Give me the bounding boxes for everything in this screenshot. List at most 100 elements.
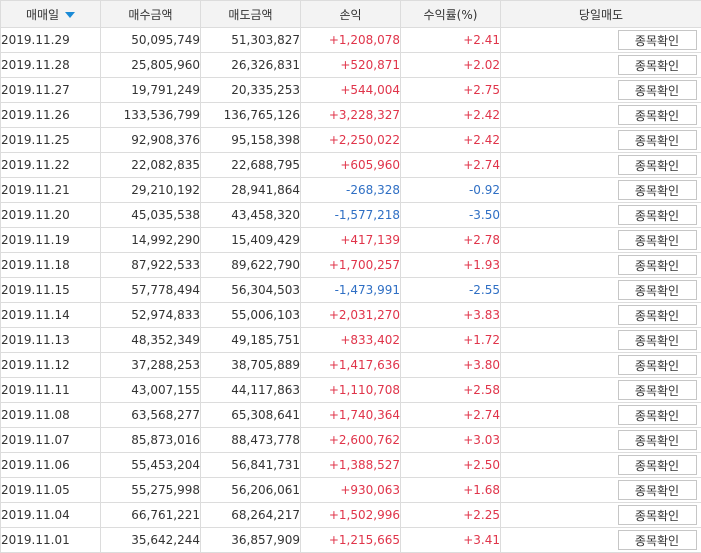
buy-amount-cell: 133,536,799 <box>101 103 201 128</box>
table-row: 2019.11.2222,082,83522,688,795+605,960+2… <box>1 153 701 178</box>
check-stocks-button[interactable]: 종목확인 <box>618 455 697 475</box>
action-cell: 종목확인 <box>501 303 701 328</box>
column-header-return-rate[interactable]: 수익률(%) <box>401 1 501 28</box>
profit-loss-cell: +1,700,257 <box>301 253 401 278</box>
return-rate-cell: +2.41 <box>401 28 501 53</box>
action-cell: 종목확인 <box>501 228 701 253</box>
column-header-date[interactable]: 매매일 <box>1 1 101 28</box>
return-rate-cell: +2.58 <box>401 378 501 403</box>
check-stocks-button[interactable]: 종목확인 <box>618 430 697 450</box>
table-row: 2019.11.1557,778,49456,304,503-1,473,991… <box>1 278 701 303</box>
buy-amount-cell: 55,453,204 <box>101 453 201 478</box>
trade-date-cell: 2019.11.22 <box>1 153 101 178</box>
profit-loss-cell: +605,960 <box>301 153 401 178</box>
profit-loss-cell: +833,402 <box>301 328 401 353</box>
table-row: 2019.11.26133,536,799136,765,126+3,228,3… <box>1 103 701 128</box>
table-body: 2019.11.2950,095,74951,303,827+1,208,078… <box>1 28 701 553</box>
trade-history-table: 매매일 매수금액 매도금액 손익 수익률(%) 당일매도 2019.11.295… <box>0 0 701 553</box>
buy-amount-cell: 57,778,494 <box>101 278 201 303</box>
profit-loss-cell: +1,502,996 <box>301 503 401 528</box>
trade-date-cell: 2019.11.15 <box>1 278 101 303</box>
trade-date-cell: 2019.11.04 <box>1 503 101 528</box>
sell-amount-cell: 95,158,398 <box>201 128 301 153</box>
table-row: 2019.11.1887,922,53389,622,790+1,700,257… <box>1 253 701 278</box>
buy-amount-cell: 92,908,376 <box>101 128 201 153</box>
check-stocks-button[interactable]: 종목확인 <box>618 55 697 75</box>
trade-date-cell: 2019.11.06 <box>1 453 101 478</box>
sell-amount-cell: 20,335,253 <box>201 78 301 103</box>
profit-loss-cell: +2,600,762 <box>301 428 401 453</box>
trade-date-cell: 2019.11.05 <box>1 478 101 503</box>
check-stocks-button[interactable]: 종목확인 <box>618 480 697 500</box>
buy-amount-cell: 55,275,998 <box>101 478 201 503</box>
return-rate-cell: +2.25 <box>401 503 501 528</box>
buy-amount-cell: 14,992,290 <box>101 228 201 253</box>
check-stocks-button[interactable]: 종목확인 <box>618 305 697 325</box>
sell-amount-cell: 44,117,863 <box>201 378 301 403</box>
check-stocks-button[interactable]: 종목확인 <box>618 80 697 100</box>
buy-amount-cell: 52,974,833 <box>101 303 201 328</box>
return-rate-cell: +2.42 <box>401 103 501 128</box>
profit-loss-cell: +1,388,527 <box>301 453 401 478</box>
return-rate-cell: +2.50 <box>401 453 501 478</box>
trade-date-cell: 2019.11.25 <box>1 128 101 153</box>
buy-amount-cell: 50,095,749 <box>101 28 201 53</box>
trade-date-cell: 2019.11.29 <box>1 28 101 53</box>
check-stocks-button[interactable]: 종목확인 <box>618 380 697 400</box>
buy-amount-cell: 63,568,277 <box>101 403 201 428</box>
sell-amount-cell: 89,622,790 <box>201 253 301 278</box>
check-stocks-button[interactable]: 종목확인 <box>618 505 697 525</box>
profit-loss-cell: +520,871 <box>301 53 401 78</box>
column-header-buy-amount[interactable]: 매수금액 <box>101 1 201 28</box>
profit-loss-cell: +1,208,078 <box>301 28 401 53</box>
check-stocks-button[interactable]: 종목확인 <box>618 230 697 250</box>
check-stocks-button[interactable]: 종목확인 <box>618 105 697 125</box>
return-rate-cell: +1.72 <box>401 328 501 353</box>
check-stocks-button[interactable]: 종목확인 <box>618 205 697 225</box>
trade-date-cell: 2019.11.11 <box>1 378 101 403</box>
action-cell: 종목확인 <box>501 153 701 178</box>
trade-date-cell: 2019.11.13 <box>1 328 101 353</box>
table-row: 2019.11.0466,761,22168,264,217+1,502,996… <box>1 503 701 528</box>
check-stocks-button[interactable]: 종목확인 <box>618 30 697 50</box>
trade-date-cell: 2019.11.26 <box>1 103 101 128</box>
column-header-sell-amount[interactable]: 매도금액 <box>201 1 301 28</box>
trade-date-cell: 2019.11.28 <box>1 53 101 78</box>
sell-amount-cell: 56,304,503 <box>201 278 301 303</box>
table-row: 2019.11.2129,210,19228,941,864-268,328-0… <box>1 178 701 203</box>
sell-amount-cell: 38,705,889 <box>201 353 301 378</box>
check-stocks-button[interactable]: 종목확인 <box>618 255 697 275</box>
action-cell: 종목확인 <box>501 503 701 528</box>
buy-amount-cell: 87,922,533 <box>101 253 201 278</box>
check-stocks-button[interactable]: 종목확인 <box>618 130 697 150</box>
check-stocks-button[interactable]: 종목확인 <box>618 405 697 425</box>
table-row: 2019.11.2592,908,37695,158,398+2,250,022… <box>1 128 701 153</box>
sell-amount-cell: 22,688,795 <box>201 153 301 178</box>
check-stocks-button[interactable]: 종목확인 <box>618 280 697 300</box>
profit-loss-cell: -268,328 <box>301 178 401 203</box>
profit-loss-cell: -1,473,991 <box>301 278 401 303</box>
return-rate-cell: -0.92 <box>401 178 501 203</box>
table-row: 2019.11.1348,352,34949,185,751+833,402+1… <box>1 328 701 353</box>
check-stocks-button[interactable]: 종목확인 <box>618 355 697 375</box>
return-rate-cell: +1.68 <box>401 478 501 503</box>
check-stocks-button[interactable]: 종목확인 <box>618 155 697 175</box>
trade-date-cell: 2019.11.18 <box>1 253 101 278</box>
sort-descending-icon <box>65 12 75 18</box>
sell-amount-cell: 65,308,641 <box>201 403 301 428</box>
action-cell: 종목확인 <box>501 528 701 553</box>
column-header-profit-loss[interactable]: 손익 <box>301 1 401 28</box>
trade-date-cell: 2019.11.14 <box>1 303 101 328</box>
trade-date-cell: 2019.11.07 <box>1 428 101 453</box>
return-rate-cell: -2.55 <box>401 278 501 303</box>
profit-loss-cell: +2,031,270 <box>301 303 401 328</box>
check-stocks-button[interactable]: 종목확인 <box>618 530 697 550</box>
check-stocks-button[interactable]: 종목확인 <box>618 330 697 350</box>
return-rate-cell: +2.02 <box>401 53 501 78</box>
buy-amount-cell: 25,805,960 <box>101 53 201 78</box>
return-rate-cell: +2.75 <box>401 78 501 103</box>
check-stocks-button[interactable]: 종목확인 <box>618 180 697 200</box>
column-header-date-label: 매매일 <box>26 8 59 22</box>
table-row: 2019.11.0655,453,20456,841,731+1,388,527… <box>1 453 701 478</box>
table-row: 2019.11.0863,568,27765,308,641+1,740,364… <box>1 403 701 428</box>
